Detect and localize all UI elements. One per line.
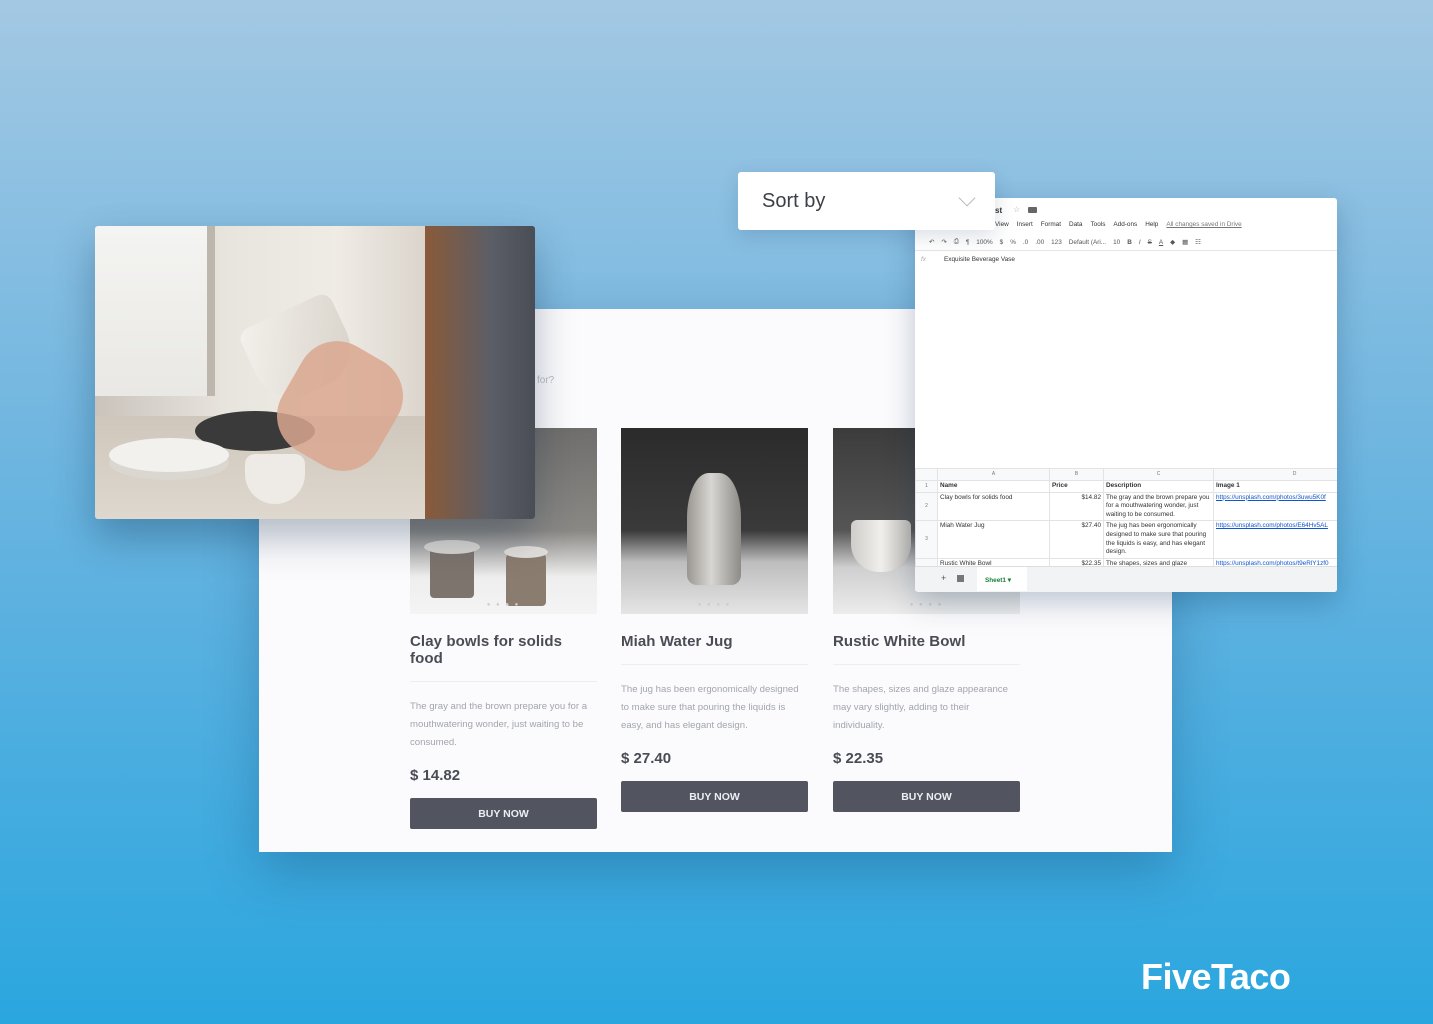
name-cell[interactable]: Miah Water Jug (937, 520, 1050, 559)
paint-format-icon[interactable]: ¶ (966, 239, 969, 246)
undo-icon[interactable]: ↶ (929, 238, 934, 246)
decrease-decimal-button[interactable]: .0 (1023, 239, 1028, 246)
table-row: 1 Name Price Description Image 1 (915, 480, 1337, 493)
product-card: ● ● ● ● Miah Water Jug The jug has been … (621, 428, 808, 812)
menu-insert[interactable]: Insert (1017, 221, 1033, 228)
tab-sheet1[interactable]: Sheet1 ▾ (977, 567, 1027, 591)
folder-icon[interactable] (1028, 207, 1037, 213)
column-header[interactable]: D (1213, 468, 1337, 481)
buy-now-button[interactable]: BUY NOW (410, 798, 597, 829)
menu-addons[interactable]: Add-ons (1113, 221, 1137, 228)
percent-button[interactable]: % (1010, 239, 1016, 246)
row-number[interactable]: 3 (915, 520, 938, 559)
formula-input[interactable]: Exquisite Beverage Vase (944, 256, 1015, 263)
sheet-tabs-bar: + Sheet1 ▾ (915, 566, 1337, 592)
font-select[interactable]: Default (Ari... (1069, 239, 1106, 246)
fx-icon: fx (921, 256, 926, 263)
image-link-cell[interactable]: https://unsplash.com/photos/3uwu5K0f (1213, 491, 1337, 522)
header-cell[interactable]: Image 1 (1213, 480, 1337, 493)
pottery-photo (95, 226, 535, 519)
product-price: $ 22.35 (833, 750, 884, 767)
menu-view[interactable]: View (995, 221, 1009, 228)
table-row: 2 Clay bowls for solids food $14.82 The gra… (915, 491, 1337, 522)
redo-icon[interactable]: ↷ (941, 238, 946, 246)
toolbar: ↶ ↷ ⎙ ¶ 100% $% .0 .00 123 Default (Ari... 10 B… (915, 234, 1337, 251)
row-number[interactable]: 2 (915, 491, 938, 522)
price-cell[interactable]: $27.40 (1049, 520, 1104, 559)
add-sheet-icon[interactable]: + (941, 573, 946, 583)
search-placeholder[interactable]: for? (537, 375, 554, 386)
italic-button[interactable]: I (1139, 239, 1141, 246)
column-header[interactable]: B (1049, 468, 1104, 481)
fivetaco-logo: FiveTaco (1141, 956, 1291, 997)
bold-button[interactable]: B (1127, 239, 1132, 246)
product-description: The gray and the brown prepare you for a… (410, 701, 588, 748)
price-cell[interactable]: $14.82 (1049, 491, 1104, 522)
buy-now-button[interactable]: BUY NOW (621, 781, 808, 812)
product-price: $ 14.82 (410, 767, 461, 784)
fill-color-icon[interactable]: ◆ (1170, 238, 1175, 246)
buy-now-button[interactable]: BUY NOW (833, 781, 1020, 812)
product-name[interactable]: Clay bowls for solids food (410, 633, 597, 667)
sort-by-label: Sort by (762, 190, 826, 212)
spreadsheet-window: st ☆ View Insert Format Data Tools Add-ons Hel… (915, 198, 1337, 592)
menu-bar: View Insert Format Data Tools Add-ons Help All … (995, 221, 1250, 228)
header-cell[interactable]: Description (1103, 480, 1214, 493)
header-cell[interactable]: Name (937, 480, 1050, 493)
column-header-row: ABCD (915, 468, 1337, 481)
tab-label: Sheet1 (985, 577, 1006, 584)
description-cell[interactable]: The gray and the brown prepare you for a… (1103, 491, 1214, 522)
borders-icon[interactable]: ▦ (1182, 238, 1188, 246)
name-cell[interactable]: Clay bowls for solids food (937, 491, 1050, 522)
print-icon[interactable]: ⎙ (954, 238, 959, 246)
table-row: 3 Miah Water Jug $27.40 The jug has been er… (915, 520, 1337, 559)
currency-button[interactable]: $ (1000, 239, 1004, 246)
product-price: $ 27.40 (621, 750, 672, 767)
divider (833, 664, 1020, 665)
column-header[interactable]: A (937, 468, 1050, 481)
divider (410, 681, 597, 682)
strikethrough-button[interactable]: S (1148, 239, 1152, 246)
menu-tools[interactable]: Tools (1090, 221, 1105, 228)
column-header[interactable]: C (1103, 468, 1214, 481)
divider (621, 664, 808, 665)
product-name[interactable]: Rustic White Bowl (833, 633, 1020, 650)
save-status[interactable]: All changes saved in Drive (1166, 221, 1241, 228)
menu-format[interactable]: Format (1041, 221, 1061, 228)
image-link-cell[interactable]: https://unsplash.com/photos/E64Hv5AL (1213, 520, 1337, 559)
corner-cell[interactable] (915, 468, 938, 481)
description-cell[interactable]: The jug has been ergonomically designed … (1103, 520, 1214, 559)
format-select[interactable]: 123 (1051, 239, 1062, 246)
list-icon[interactable] (957, 575, 964, 582)
product-image[interactable]: ● ● ● ● (621, 428, 808, 614)
product-description: The shapes, sizes and glaze appearance m… (833, 684, 1008, 731)
zoom-select[interactable]: 100% (976, 239, 992, 246)
sheet-title[interactable]: st (995, 206, 1002, 215)
menu-data[interactable]: Data (1069, 221, 1083, 228)
chevron-down-icon (958, 189, 976, 207)
product-name[interactable]: Miah Water Jug (621, 633, 808, 650)
menu-help[interactable]: Help (1145, 221, 1158, 228)
header-cell[interactable]: Price (1049, 480, 1104, 493)
star-icon[interactable]: ☆ (1013, 205, 1020, 214)
sort-by-dropdown[interactable]: Sort by (738, 172, 995, 230)
product-description: The jug has been ergonomically designed … (621, 684, 799, 731)
font-size-select[interactable]: 10 (1113, 239, 1120, 246)
increase-decimal-button[interactable]: .00 (1035, 239, 1044, 246)
merge-icon[interactable]: ☷ (1195, 238, 1201, 246)
row-number[interactable]: 1 (915, 480, 938, 493)
text-color-button[interactable]: A (1159, 239, 1163, 246)
